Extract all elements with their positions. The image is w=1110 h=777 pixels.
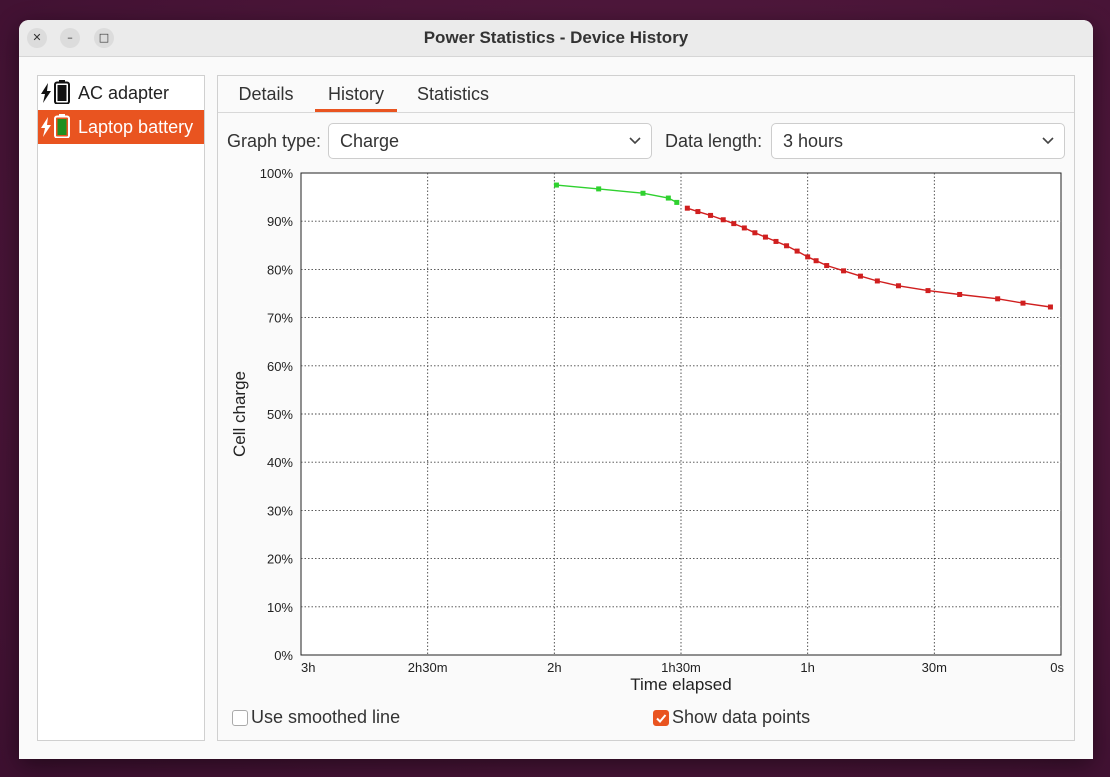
y-tick-label: 10% — [267, 600, 293, 615]
discharging-data-point — [684, 205, 690, 211]
y-tick-label: 60% — [267, 359, 293, 374]
discharging-data-point — [762, 234, 768, 240]
smoothed-line-label: Use smoothed line — [251, 707, 401, 727]
discharging-data-point — [1020, 300, 1026, 306]
x-tick-label: 2h — [547, 660, 561, 675]
checkmark-icon — [656, 714, 667, 723]
discharging-data-point — [824, 263, 830, 269]
lightning-icon — [41, 83, 51, 103]
charging-data-point — [596, 186, 602, 192]
discharging-data-point — [995, 296, 1001, 302]
x-tick-label: 30m — [922, 660, 947, 675]
y-tick-label: 30% — [267, 503, 293, 518]
battery-icon — [54, 114, 70, 138]
smoothed-line-checkbox[interactable] — [232, 710, 248, 726]
discharging-data-point — [857, 273, 863, 279]
discharging-data-point — [1047, 304, 1053, 310]
discharging-data-point — [695, 209, 701, 215]
y-tick-label: 40% — [267, 455, 293, 470]
discharging-data-point — [794, 248, 800, 254]
charging-data-point — [553, 182, 559, 188]
y-tick-label: 50% — [267, 407, 293, 422]
charging-data-point — [640, 190, 646, 196]
discharging-data-point — [773, 238, 779, 244]
discharging-data-point — [784, 243, 790, 249]
x-axis-label: Time elapsed — [630, 675, 731, 694]
discharging-data-point — [708, 212, 714, 218]
discharging-data-point — [895, 283, 901, 289]
y-tick-label: 20% — [267, 552, 293, 567]
device-panel: Details History Statistics Graph type: C… — [217, 75, 1075, 741]
discharging-data-point — [720, 217, 726, 223]
window-title: Power Statistics - Device History — [423, 28, 689, 47]
y-tick-label: 90% — [267, 214, 293, 229]
discharging-data-point — [925, 288, 931, 294]
x-tick-label: 3h — [301, 660, 315, 675]
lightning-icon — [41, 117, 51, 137]
discharging-data-point — [874, 278, 880, 284]
x-tick-label: 1h30m — [661, 660, 701, 675]
y-tick-label: 70% — [267, 311, 293, 326]
y-tick-label: 100% — [260, 166, 294, 181]
power-statistics-window: ✕ – □ Power Statistics - Device History … — [19, 20, 1093, 759]
device-item-laptop-battery[interactable]: Laptop battery — [38, 110, 204, 144]
discharging-data-point — [752, 230, 758, 236]
y-tick-label: 80% — [267, 262, 293, 277]
discharging-data-point — [957, 291, 963, 297]
show-data-points-label: Show data points — [672, 707, 811, 727]
charge-history-chart: 100%90%80%70%60%50%40%30%20%10%0%3h 2h30m… — [230, 166, 1064, 694]
device-label: AC adapter — [78, 83, 170, 103]
discharging-data-point — [731, 221, 737, 227]
y-axis-label: Cell charge — [230, 371, 249, 457]
x-tick-label: 0s — [1050, 660, 1064, 675]
x-tick-label: 1h — [800, 660, 814, 675]
device-item-ac-adapter[interactable]: AC adapter — [38, 76, 204, 110]
charging-data-point — [665, 195, 671, 201]
discharging-data-point — [741, 225, 747, 231]
x-tick-label: 2h30m — [408, 660, 448, 675]
discharging-data-point — [813, 258, 819, 264]
charging-data-point — [674, 199, 680, 205]
discharging-data-point — [805, 254, 811, 260]
y-tick-label: 0% — [274, 648, 293, 663]
show-data-points-checkbox[interactable] — [653, 710, 669, 726]
device-label: Laptop battery — [78, 117, 194, 137]
device-list: AC adapter Laptop battery — [37, 75, 205, 741]
titlebar: ✕ – □ Power Statistics - Device History — [19, 20, 1093, 57]
discharging-data-point — [841, 268, 847, 274]
battery-icon — [54, 80, 70, 104]
